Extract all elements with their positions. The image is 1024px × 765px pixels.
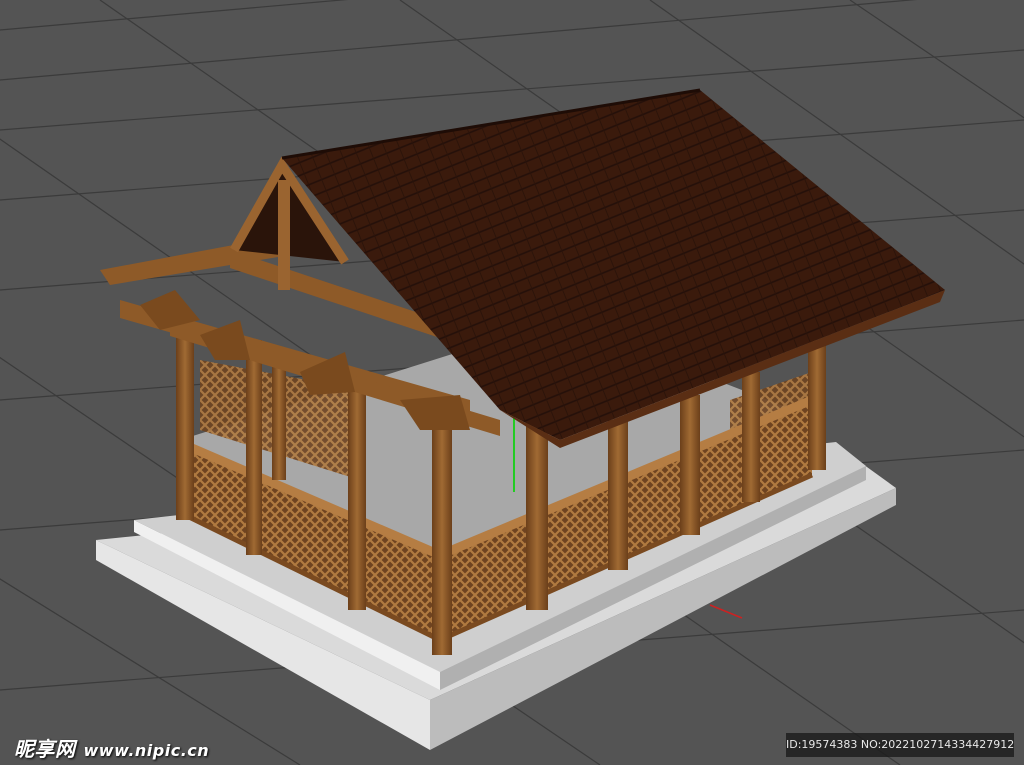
watermark-url: www.nipic.cn: [83, 741, 210, 760]
image-id-badge: ID:19574383 NO:20221027143344279127: [786, 733, 1014, 757]
x-axis-line: [709, 604, 743, 619]
3d-viewport[interactable]: 昵享网 www.nipic.cn ID:19574383 NO:202210271…: [0, 0, 1024, 765]
scene-canvas[interactable]: [0, 0, 1024, 765]
nipic-watermark: 昵享网 www.nipic.cn: [14, 733, 209, 762]
watermark-brand: 昵享网: [14, 737, 76, 761]
